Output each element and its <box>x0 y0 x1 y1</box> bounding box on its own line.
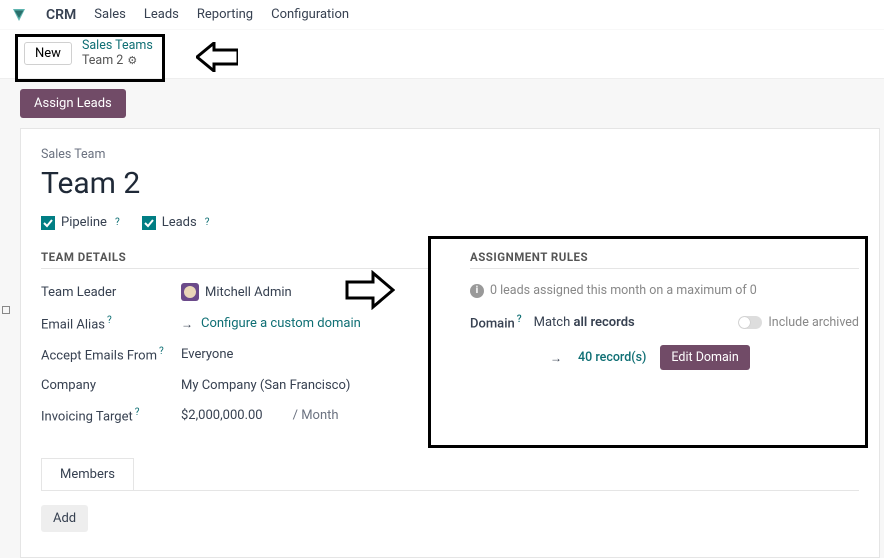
breadcrumb-bar: New Sales Teams Team 2 ⚙ <box>0 30 884 78</box>
app-name[interactable]: CRM <box>46 7 76 23</box>
invoicing-target-label: Invoicing Target? <box>41 407 181 424</box>
leads-checkbox[interactable]: Leads? <box>142 215 210 230</box>
company-value[interactable]: My Company (San Francisco) <box>181 378 430 393</box>
domain-match-text: Match all records <box>534 315 635 330</box>
team-title[interactable]: Team 2 <box>41 166 859 201</box>
tab-body: Add <box>41 490 859 532</box>
new-button[interactable]: New <box>24 42 72 65</box>
invoicing-target-unit: / Month <box>293 408 339 423</box>
nav-configuration[interactable]: Configuration <box>271 7 349 22</box>
pipeline-checkbox[interactable]: Pipeline? <box>41 215 120 230</box>
edit-domain-button[interactable]: Edit Domain <box>660 345 749 370</box>
domain-label: Domain? <box>470 314 522 331</box>
feature-checks: Pipeline? Leads? <box>41 215 859 230</box>
avatar-icon <box>181 283 199 301</box>
records-link[interactable]: 40 record(s) <box>578 350 646 365</box>
help-icon[interactable]: ? <box>159 346 164 357</box>
breadcrumb-current-label: Team 2 <box>82 53 123 68</box>
configure-domain-link[interactable]: Configure a custom domain <box>201 316 361 331</box>
include-archived-toggle[interactable] <box>738 316 762 329</box>
breadcrumb: Sales Teams Team 2 ⚙ <box>82 38 153 68</box>
assignment-info-text: 0 leads assigned this month on a maximum… <box>490 283 757 298</box>
nav-sales[interactable]: Sales <box>94 7 126 22</box>
content-area: Assign Leads Sales Team Team 2 Pipeline?… <box>0 78 884 558</box>
help-icon[interactable]: ? <box>517 314 522 325</box>
arrow-right-icon: → <box>181 317 193 331</box>
pipeline-label: Pipeline <box>61 215 107 230</box>
checkbox-checked-icon <box>142 216 156 230</box>
include-archived-label: Include archived <box>768 315 859 330</box>
assign-leads-button[interactable]: Assign Leads <box>20 89 126 118</box>
accept-emails-value[interactable]: Everyone <box>181 347 430 362</box>
email-alias-label: Email Alias? <box>41 315 181 332</box>
breadcrumb-parent[interactable]: Sales Teams <box>82 38 153 53</box>
assignment-rules-header: ASSIGNMENT RULES <box>470 250 859 269</box>
add-button[interactable]: Add <box>41 505 88 532</box>
company-label: Company <box>41 378 181 393</box>
team-leader-label: Team Leader <box>41 285 181 300</box>
top-nav: CRM Sales Leads Reporting Configuration <box>0 0 884 30</box>
assignment-info: i 0 leads assigned this month on a maxim… <box>470 283 859 298</box>
help-icon[interactable]: ? <box>135 407 140 418</box>
tabs-bar: Members Add <box>41 458 859 532</box>
arrow-right-icon: → <box>550 351 562 365</box>
checkbox-checked-icon <box>41 216 55 230</box>
form-label: Sales Team <box>41 147 859 162</box>
tab-members[interactable]: Members <box>41 458 134 490</box>
nav-reporting[interactable]: Reporting <box>197 7 253 22</box>
team-details-header: TEAM DETAILS <box>41 250 430 269</box>
invoicing-target-value[interactable]: $2,000,000.00 / Month <box>181 408 430 423</box>
help-icon[interactable]: ? <box>107 315 112 326</box>
help-icon[interactable]: ? <box>115 217 120 228</box>
app-logo-icon <box>10 6 28 24</box>
form-card: Sales Team Team 2 Pipeline? Leads? TEAM … <box>20 128 880 558</box>
team-leader-name: Mitchell Admin <box>205 285 292 300</box>
resize-handle-icon <box>2 306 10 314</box>
leads-label: Leads <box>162 215 197 230</box>
assignment-rules-section: ASSIGNMENT RULES i 0 leads assigned this… <box>470 250 859 438</box>
accept-emails-label: Accept Emails From? <box>41 346 181 363</box>
annotation-arrow-right-icon <box>345 270 395 314</box>
nav-leads[interactable]: Leads <box>144 7 179 22</box>
help-icon[interactable]: ? <box>205 217 210 228</box>
info-icon: i <box>470 284 484 298</box>
breadcrumb-current: Team 2 ⚙ <box>82 53 153 68</box>
annotation-arrow-left-icon <box>196 42 238 76</box>
records-row: → 40 record(s) Edit Domain <box>550 345 859 370</box>
domain-row: Domain? Match all records Include archiv… <box>470 314 859 331</box>
gear-icon[interactable]: ⚙ <box>127 54 137 67</box>
